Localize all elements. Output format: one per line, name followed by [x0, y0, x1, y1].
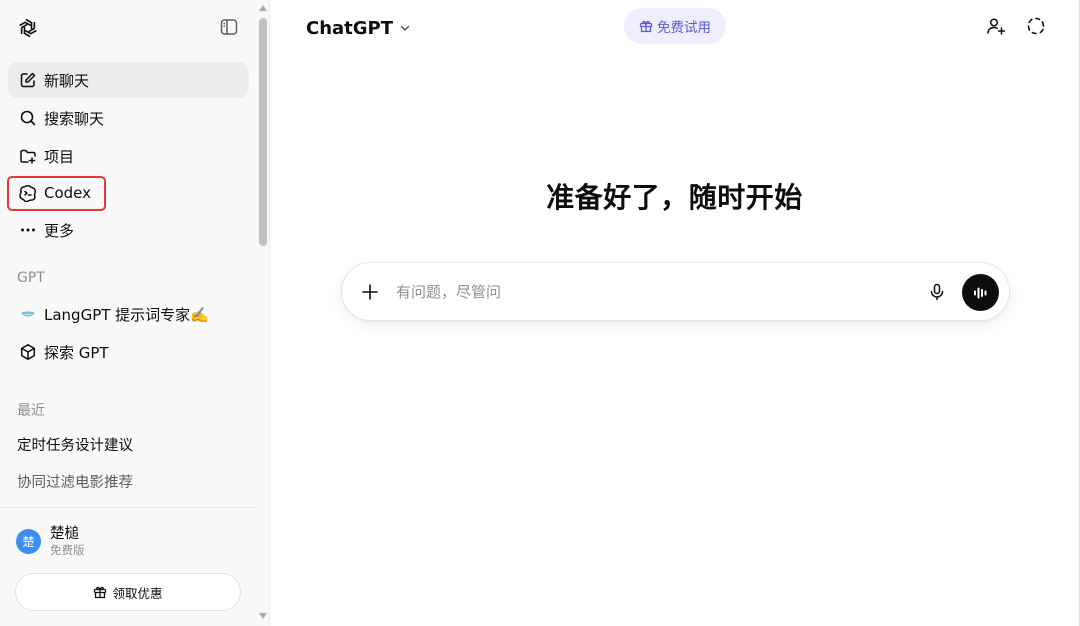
recent-chat-item[interactable]: 定时任务设计建议	[17, 434, 133, 455]
nav-label: 搜索聊天	[44, 109, 105, 128]
sidebar: 新聊天 搜索聊天 项目 Codex 更多 GPT LangGPT 提示词专家✍️…	[0, 0, 270, 626]
more-button[interactable]: 更多	[8, 212, 249, 248]
avatar: 楚	[16, 528, 41, 554]
prompt-input[interactable]	[396, 278, 916, 306]
folder-plus-icon	[18, 146, 38, 166]
main-area: ChatGPT 免费试用 准备好了，随时开始 有问题，尽管问	[270, 0, 1080, 626]
more-icon	[18, 220, 38, 240]
nav-label: 项目	[44, 147, 75, 166]
app-window: 新聊天 搜索聊天 项目 Codex 更多 GPT LangGPT 提示词专家✍️…	[0, 0, 1080, 626]
gift-icon	[639, 19, 653, 33]
nav-label: 更多	[44, 221, 75, 240]
free-trial-label: 免费试用	[657, 20, 711, 36]
edit-icon	[18, 70, 38, 90]
composer	[341, 262, 1010, 321]
chevron-down-icon	[399, 22, 411, 34]
sidebar-header	[0, 0, 256, 54]
claim-offer-label: 领取优惠	[112, 585, 163, 601]
user-info: 楚槌 免费版	[50, 525, 85, 558]
user-name: 楚槌	[50, 525, 79, 542]
hero-title: 准备好了，随时开始	[546, 181, 803, 214]
mic-icon[interactable]	[926, 281, 948, 303]
recent-chat-item[interactable]: 协同过滤电影推荐	[17, 471, 133, 492]
new-chat-button[interactable]: 新聊天	[8, 62, 249, 98]
openai-logo-icon[interactable]	[16, 16, 40, 40]
temporary-chat-icon[interactable]	[1024, 14, 1048, 38]
sidebar-scrollbar[interactable]	[256, 0, 270, 626]
claim-offer-button[interactable]: 领取优惠	[15, 573, 241, 611]
nav-label: Codex	[44, 184, 92, 202]
nav-label: LangGPT 提示词专家✍️	[44, 305, 209, 324]
gpt-section-label: GPT	[17, 270, 45, 286]
projects-button[interactable]: 项目	[8, 138, 249, 174]
model-switcher[interactable]: ChatGPT	[306, 15, 411, 41]
codex-icon	[18, 183, 38, 203]
scrollbar-thumb[interactable]	[259, 18, 267, 246]
user-plan: 免费版	[50, 542, 85, 557]
search-chats-button[interactable]: 搜索聊天	[8, 100, 249, 136]
gift-icon	[93, 585, 107, 599]
scroll-up-icon[interactable]	[259, 5, 267, 11]
user-profile[interactable]: 楚 楚槌 免费版	[16, 521, 246, 561]
cube-icon	[18, 342, 38, 362]
nav-label: 探索 GPT	[44, 343, 109, 362]
recent-section-label: 最近	[17, 403, 45, 419]
sidebar-divider	[0, 507, 256, 508]
codex-button[interactable]: Codex	[8, 175, 249, 211]
plus-icon[interactable]	[359, 281, 381, 303]
model-name: ChatGPT	[306, 17, 394, 39]
sidebar-toggle-icon[interactable]	[217, 15, 241, 39]
langgpt-avatar-icon	[18, 304, 38, 324]
search-icon	[18, 108, 38, 128]
add-user-icon[interactable]	[984, 14, 1008, 38]
voice-mode-button[interactable]	[962, 274, 999, 311]
scroll-down-icon[interactable]	[259, 613, 267, 619]
explore-gpts-button[interactable]: 探索 GPT	[8, 334, 249, 370]
gpt-item-langgpt[interactable]: LangGPT 提示词专家✍️	[8, 296, 249, 332]
nav-label: 新聊天	[44, 71, 90, 90]
voice-mode-icon	[973, 287, 986, 298]
free-trial-button[interactable]: 免费试用	[624, 8, 726, 44]
